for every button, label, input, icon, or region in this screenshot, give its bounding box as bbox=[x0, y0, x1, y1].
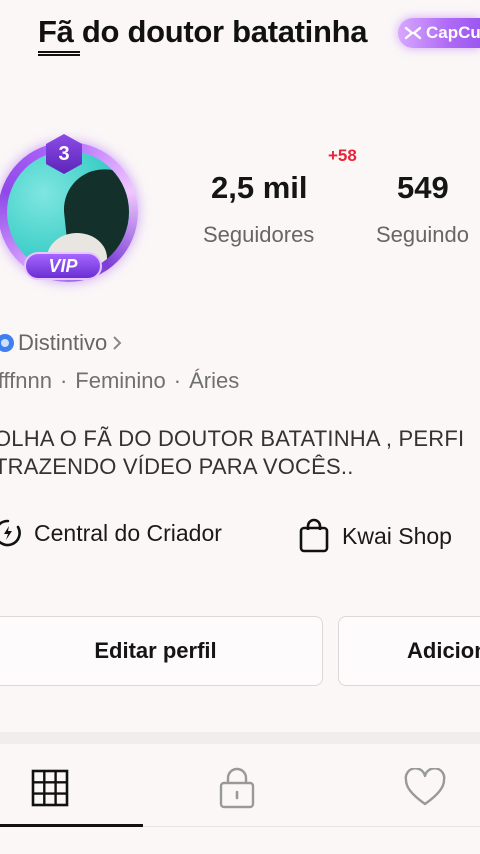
followers-label: Seguidores bbox=[203, 222, 315, 247]
grid-icon bbox=[31, 769, 69, 807]
gender: Feminino bbox=[75, 368, 166, 393]
following-count: 549 bbox=[397, 170, 449, 205]
title-underline bbox=[38, 51, 80, 56]
lock-icon bbox=[219, 767, 255, 809]
edit-profile-label: Editar perfil bbox=[94, 638, 217, 663]
kwai-shop-label: Kwai Shop bbox=[342, 522, 452, 549]
vip-badge: VIP bbox=[24, 252, 102, 280]
add-friends-button[interactable]: Adicion bbox=[338, 616, 480, 686]
creator-center-icon bbox=[0, 519, 21, 547]
badge-link[interactable]: Distintivo bbox=[0, 330, 123, 356]
shopping-bag-icon bbox=[299, 518, 329, 553]
following-stat[interactable]: 549 Seguindo bbox=[376, 170, 480, 248]
tab-private[interactable] bbox=[212, 762, 262, 814]
section-divider bbox=[0, 732, 480, 744]
tab-liked[interactable] bbox=[400, 762, 450, 814]
chevron-right-icon bbox=[113, 336, 122, 350]
badge-shield-icon bbox=[0, 334, 14, 352]
creator-center-label: Central do Criador bbox=[34, 519, 222, 546]
following-label: Seguindo bbox=[376, 222, 469, 247]
badge-link-label: Distintivo bbox=[18, 330, 108, 355]
zodiac: Áries bbox=[189, 368, 240, 393]
creator-center-link[interactable]: Central do Criador bbox=[0, 518, 222, 548]
add-friends-label: Adicion bbox=[407, 638, 480, 663]
capcut-label: CapCut bbox=[426, 23, 480, 42]
followers-delta-badge: +58 bbox=[328, 146, 357, 165]
active-tab-indicator bbox=[0, 824, 143, 827]
avatar[interactable]: 3 VIP bbox=[0, 100, 164, 300]
profile-title: Fã do doutor batatinha bbox=[38, 14, 368, 49]
username-id: ffffnnn bbox=[0, 368, 52, 393]
kwai-shop-link[interactable]: Kwai Shop bbox=[298, 518, 452, 554]
capcut-watermark: CapCut bbox=[398, 18, 480, 48]
profile-meta: ffffnnn·Feminino·Áries bbox=[0, 368, 239, 394]
edit-profile-button[interactable]: Editar perfil bbox=[0, 616, 323, 686]
capcut-icon bbox=[404, 26, 422, 40]
followers-stat[interactable]: 2,5 mil Seguidores bbox=[203, 170, 333, 248]
heart-icon bbox=[404, 768, 446, 806]
profile-bio: OLHA O FÃ DO DOUTOR BATATINHA , PERFI TR… bbox=[0, 426, 465, 479]
followers-count: 2,5 mil bbox=[211, 170, 308, 205]
tab-grid[interactable] bbox=[25, 762, 75, 814]
